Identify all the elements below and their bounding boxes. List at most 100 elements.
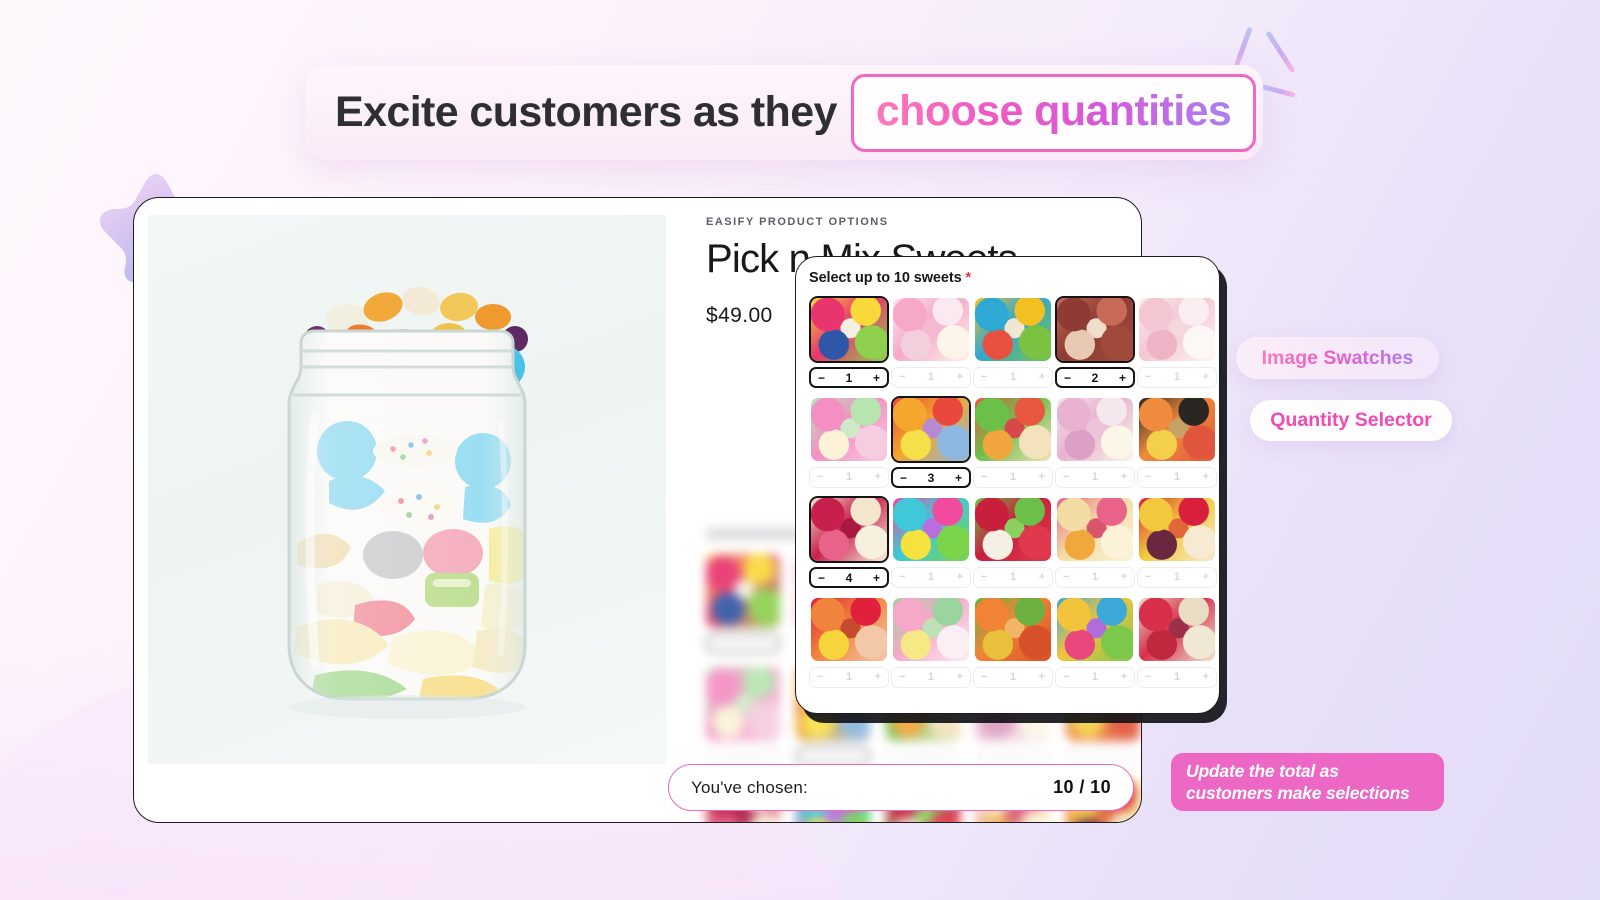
plus-icon[interactable]: + xyxy=(957,672,963,683)
swatch-image-mixed-jelly-beans[interactable] xyxy=(809,296,889,363)
swatch-image-pastel-candy-tubes[interactable] xyxy=(891,596,971,663)
plus-icon[interactable]: + xyxy=(1039,672,1045,683)
quantity-stepper-watermelon-slices[interactable]: − 1 + xyxy=(973,567,1053,588)
plus-icon[interactable]: + xyxy=(957,372,963,383)
swatch-image-rainbow-sour-strips[interactable] xyxy=(1055,596,1135,663)
swatch-image-raspberry-cream-hearts[interactable] xyxy=(809,496,889,563)
plus-icon[interactable]: + xyxy=(1039,472,1045,483)
minus-icon[interactable]: − xyxy=(900,472,907,484)
swatch-cell-rainbow-gummy-rings[interactable]: − 1 + xyxy=(973,296,1053,388)
swatch-cell-fruit-gummy-rings[interactable]: − 1 + xyxy=(973,396,1053,488)
plus-icon[interactable]: + xyxy=(1203,472,1209,483)
quantity-stepper-pink-sprinkle-mallows[interactable]: − 1 + xyxy=(891,367,971,388)
minus-icon[interactable]: − xyxy=(1063,672,1069,683)
plus-icon[interactable]: + xyxy=(1039,372,1045,383)
swatch-image-pastel-twist-mallows[interactable] xyxy=(809,396,889,463)
swatch-image-sour-cola-bottles[interactable] xyxy=(1137,596,1217,663)
quantity-stepper-assorted-jelly-beans[interactable]: − 3 + xyxy=(891,467,971,488)
swatch-image-mixed-fruit-jellies[interactable] xyxy=(1137,496,1217,563)
plus-icon[interactable]: + xyxy=(1119,372,1126,384)
swatch-cell-pink-white-mallows[interactable]: − 1 + xyxy=(1137,296,1217,388)
quantity-stepper-licorice-allsorts[interactable]: − 1 + xyxy=(1137,467,1217,488)
minus-icon[interactable]: − xyxy=(817,472,823,483)
minus-icon[interactable]: − xyxy=(818,372,825,384)
swatch-cell-rainbow-sour-strips[interactable]: − 1 + xyxy=(1055,596,1135,688)
quantity-stepper-rainbow-sour-belts[interactable]: − 1 + xyxy=(891,567,971,588)
swatch-image-chocolate-hearts[interactable] xyxy=(1055,296,1135,363)
quantity-stepper-orange-gummy-mix[interactable]: − 1 + xyxy=(973,667,1053,688)
minus-icon[interactable]: − xyxy=(981,372,987,383)
quantity-stepper-pink-white-mallows[interactable]: − 1 + xyxy=(1137,367,1217,388)
minus-icon[interactable]: − xyxy=(1145,672,1151,683)
quantity-stepper-pastel-candy-tubes[interactable]: − 1 + xyxy=(891,667,971,688)
plus-icon[interactable]: + xyxy=(873,572,880,584)
plus-icon[interactable]: + xyxy=(955,472,962,484)
swatch-cell-watermelon-slices[interactable]: − 1 + xyxy=(973,496,1053,588)
minus-icon[interactable]: − xyxy=(1145,372,1151,383)
minus-icon[interactable]: − xyxy=(981,572,987,583)
swatch-cell-pink-mallow-chunks[interactable]: − 1 + xyxy=(1055,396,1135,488)
plus-icon[interactable]: + xyxy=(1121,572,1127,583)
plus-icon[interactable]: + xyxy=(1203,372,1209,383)
minus-icon[interactable]: − xyxy=(981,672,987,683)
minus-icon[interactable]: − xyxy=(899,572,905,583)
swatch-cell-licorice-allsorts[interactable]: − 1 + xyxy=(1137,396,1217,488)
swatch-cell-orange-gummy-mix[interactable]: − 1 + xyxy=(973,596,1053,688)
swatch-image-assorted-jelly-beans[interactable] xyxy=(891,396,971,463)
swatch-cell-rainbow-sour-belts[interactable]: − 1 + xyxy=(891,496,971,588)
minus-icon[interactable]: − xyxy=(1064,372,1071,384)
quantity-stepper-pastel-twist-mallows[interactable]: − 1 + xyxy=(809,467,889,488)
swatch-image-pink-mallow-chunks[interactable] xyxy=(1055,396,1135,463)
quantity-stepper-raspberry-cream-hearts[interactable]: − 4 + xyxy=(809,567,889,588)
plus-icon[interactable]: + xyxy=(873,372,880,384)
plus-icon[interactable]: + xyxy=(1121,472,1127,483)
plus-icon[interactable]: + xyxy=(875,472,881,483)
swatch-cell-banana-fruit-chews[interactable]: − 1 + xyxy=(1055,496,1135,588)
minus-icon[interactable]: − xyxy=(817,672,823,683)
swatch-cell-pastel-twist-mallows[interactable]: − 1 + xyxy=(809,396,889,488)
quantity-stepper-mixed-jelly-beans[interactable]: − 1 + xyxy=(809,367,889,388)
swatch-image-licorice-allsorts[interactable] xyxy=(1137,396,1217,463)
swatch-cell-sour-cola-bottles[interactable]: − 1 + xyxy=(1137,596,1217,688)
plus-icon[interactable]: + xyxy=(957,572,963,583)
swatch-cell-pastel-candy-tubes[interactable]: − 1 + xyxy=(891,596,971,688)
quantity-stepper-sour-cola-bottles[interactable]: − 1 + xyxy=(1137,667,1217,688)
quantity-stepper-mixed-fruit-jellies[interactable]: − 1 + xyxy=(1137,567,1217,588)
quantity-stepper-rainbow-gummy-rings[interactable]: − 1 + xyxy=(973,367,1053,388)
minus-icon[interactable]: − xyxy=(899,372,905,383)
quantity-stepper-banana-fruit-chews[interactable]: − 1 + xyxy=(1055,567,1135,588)
plus-icon[interactable]: + xyxy=(875,672,881,683)
minus-icon[interactable]: − xyxy=(1145,472,1151,483)
quantity-stepper-fruit-gummy-rings[interactable]: − 1 + xyxy=(973,467,1053,488)
swatch-cell-mixed-fruit-jellies[interactable]: − 1 + xyxy=(1137,496,1217,588)
plus-icon[interactable]: + xyxy=(1203,572,1209,583)
plus-icon[interactable]: + xyxy=(1121,672,1127,683)
swatch-image-banana-fruit-chews[interactable] xyxy=(1055,496,1135,563)
minus-icon[interactable]: − xyxy=(1145,572,1151,583)
minus-icon[interactable]: − xyxy=(899,672,905,683)
quantity-stepper-pink-mallow-chunks[interactable]: − 1 + xyxy=(1055,467,1135,488)
quantity-stepper-rainbow-sour-strips[interactable]: − 1 + xyxy=(1055,667,1135,688)
minus-icon[interactable]: − xyxy=(818,572,825,584)
minus-icon[interactable]: − xyxy=(1063,472,1069,483)
swatch-image-orange-gummy-mix[interactable] xyxy=(973,596,1053,663)
swatch-image-fruit-gummy-rings[interactable] xyxy=(973,396,1053,463)
plus-icon[interactable]: + xyxy=(1203,672,1209,683)
swatch-cell-fizzy-worms[interactable]: − 1 + xyxy=(809,596,889,688)
quantity-stepper-fizzy-worms[interactable]: − 1 + xyxy=(809,667,889,688)
swatch-cell-raspberry-cream-hearts[interactable]: − 4 + xyxy=(809,496,889,588)
quantity-stepper-chocolate-hearts[interactable]: − 2 + xyxy=(1055,367,1135,388)
swatch-image-rainbow-gummy-rings[interactable] xyxy=(973,296,1053,363)
swatch-image-pink-sprinkle-mallows[interactable] xyxy=(891,296,971,363)
swatch-image-fizzy-worms[interactable] xyxy=(809,596,889,663)
swatch-cell-pink-sprinkle-mallows[interactable]: − 1 + xyxy=(891,296,971,388)
swatch-image-pink-white-mallows[interactable] xyxy=(1137,296,1217,363)
plus-icon[interactable]: + xyxy=(1039,572,1045,583)
swatch-image-watermelon-slices[interactable] xyxy=(973,496,1053,563)
minus-icon[interactable]: − xyxy=(981,472,987,483)
swatch-cell-assorted-jelly-beans[interactable]: − 3 + xyxy=(891,396,971,488)
swatch-cell-mixed-jelly-beans[interactable]: − 1 + xyxy=(809,296,889,388)
minus-icon[interactable]: − xyxy=(1063,572,1069,583)
swatch-cell-chocolate-hearts[interactable]: − 2 + xyxy=(1055,296,1135,388)
swatch-image-rainbow-sour-belts[interactable] xyxy=(891,496,971,563)
